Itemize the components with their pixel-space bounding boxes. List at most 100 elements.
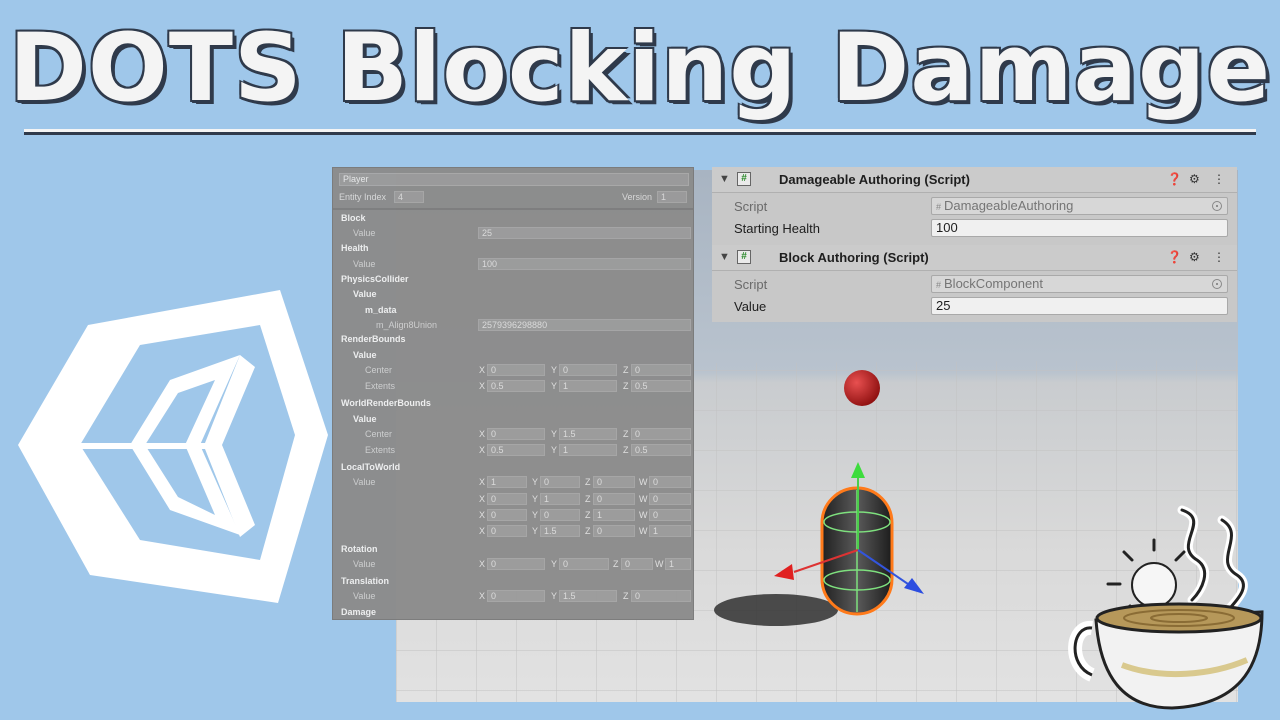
world-render-bounds-value-label: Value: [353, 414, 377, 424]
axis-x-label: X: [479, 477, 486, 487]
physics-union-field[interactable]: 2579396298880: [478, 319, 691, 331]
axis-x-label: X: [479, 445, 486, 455]
settings-sliders-icon[interactable]: ⚙: [1189, 172, 1200, 186]
axis-z-label: Z: [585, 526, 591, 536]
render-bounds-center-y[interactable]: 0: [559, 364, 617, 376]
rotation-y[interactable]: 0: [559, 558, 609, 570]
inspector-panel: ▼ # Damageable Authoring (Script) ❓ ⚙ ⋮ …: [712, 167, 1237, 322]
ltw-cell[interactable]: 1.5: [540, 525, 580, 537]
ltw-cell[interactable]: 0: [593, 525, 635, 537]
block-authoring-header[interactable]: ▼ # Block Authoring (Script) ❓ ⚙ ⋮: [712, 245, 1237, 271]
rotation-x[interactable]: 0: [487, 558, 545, 570]
entity-index-label: Entity Index: [339, 192, 387, 202]
help-icon[interactable]: ❓: [1167, 250, 1182, 264]
settings-sliders-icon[interactable]: ⚙: [1189, 250, 1200, 264]
axis-z-label: Z: [623, 429, 629, 439]
ltw-cell[interactable]: 0: [540, 476, 580, 488]
health-value-label: Value: [353, 259, 376, 269]
ltw-cell[interactable]: 0: [593, 476, 635, 488]
ltw-cell[interactable]: 0: [540, 509, 580, 521]
ltw-cell[interactable]: 0: [593, 493, 635, 505]
starting-health-label: Starting Health: [734, 221, 820, 236]
player-shadow: [714, 594, 838, 626]
axis-y-label: Y: [551, 559, 558, 569]
kebab-menu-icon[interactable]: ⋮: [1213, 250, 1225, 264]
axis-y-label: Y: [551, 445, 558, 455]
component-damage: Damage: [341, 607, 377, 617]
block-value-field[interactable]: 25: [478, 227, 691, 239]
script-component-icon: #: [737, 250, 751, 264]
coffee-cup-logo-icon: [1068, 505, 1264, 710]
axis-x-label: X: [479, 591, 486, 601]
ltw-cell[interactable]: 0: [487, 525, 527, 537]
axis-z-label: Z: [623, 591, 629, 601]
kebab-menu-icon[interactable]: ⋮: [1213, 172, 1225, 186]
entity-index-field[interactable]: 4: [394, 191, 424, 203]
world-center-y[interactable]: 1.5: [559, 428, 617, 440]
ltw-cell[interactable]: 1: [487, 476, 527, 488]
axis-w-label: W: [639, 526, 648, 536]
object-picker-icon[interactable]: [1212, 201, 1222, 211]
translation-y[interactable]: 1.5: [559, 590, 617, 602]
ltw-cell[interactable]: 0: [487, 509, 527, 521]
world-extents-x[interactable]: 0.5: [487, 444, 545, 456]
axis-x-label: X: [479, 365, 486, 375]
thumbnail-title: DOTS Blocking Damage: [8, 14, 1272, 123]
axis-z-label: Z: [585, 510, 591, 520]
component-rotation: Rotation: [341, 544, 378, 554]
translation-x[interactable]: 0: [487, 590, 545, 602]
script-object-field[interactable]: # BlockComponent: [931, 275, 1228, 293]
script-label: Script: [734, 277, 768, 292]
ltw-cell[interactable]: 0: [649, 493, 691, 505]
value-input[interactable]: 25: [931, 297, 1228, 315]
world-extents-y[interactable]: 1: [559, 444, 617, 456]
ltw-cell[interactable]: 1: [540, 493, 580, 505]
render-bounds-extents-x[interactable]: 0.5: [487, 380, 545, 392]
render-bounds-center-z[interactable]: 0: [631, 364, 691, 376]
world-center-x[interactable]: 0: [487, 428, 545, 440]
starting-health-input[interactable]: 100: [931, 219, 1228, 237]
translation-z[interactable]: 0: [631, 590, 691, 602]
axis-z-label: Z: [613, 559, 619, 569]
axis-y-label: Y: [551, 381, 558, 391]
component-block: Block: [341, 213, 366, 223]
render-bounds-center-x[interactable]: 0: [487, 364, 545, 376]
render-bounds-extents-y[interactable]: 1: [559, 380, 617, 392]
rotation-z[interactable]: 0: [621, 558, 653, 570]
help-icon[interactable]: ❓: [1167, 172, 1182, 186]
block-value-label: Value: [353, 228, 376, 238]
script-name: DamageableAuthoring: [944, 198, 1074, 213]
rotation-w[interactable]: 1: [665, 558, 691, 570]
foldout-arrow-icon[interactable]: ▼: [719, 251, 730, 263]
axis-x-label: X: [479, 559, 486, 569]
local-to-world-value-label: Value: [353, 477, 376, 487]
ltw-cell[interactable]: 1: [593, 509, 635, 521]
axis-w-label: W: [655, 559, 664, 569]
version-label: Version: [622, 192, 653, 202]
entity-name-field[interactable]: Player: [339, 173, 689, 186]
world-extents-z[interactable]: 0.5: [631, 444, 691, 456]
health-value-field[interactable]: 100: [478, 258, 691, 270]
world-center-z[interactable]: 0: [631, 428, 691, 440]
ltw-cell[interactable]: 0: [649, 476, 691, 488]
script-object-field[interactable]: # DamageableAuthoring: [931, 197, 1228, 215]
object-picker-icon[interactable]: [1212, 279, 1222, 289]
render-bounds-value-label: Value: [353, 350, 377, 360]
component-local-to-world: LocalToWorld: [341, 462, 401, 472]
ltw-cell[interactable]: 1: [649, 525, 691, 537]
axis-z-label: Z: [585, 494, 591, 504]
entity-divider: [333, 208, 693, 210]
damageable-authoring-header[interactable]: ▼ # Damageable Authoring (Script) ❓ ⚙ ⋮: [712, 167, 1237, 193]
world-render-bounds-extents-label: Extents: [365, 445, 396, 455]
version-field[interactable]: 1: [657, 191, 687, 203]
foldout-arrow-icon[interactable]: ▼: [719, 173, 730, 185]
entity-index-row: Entity Index 4 Version 1: [339, 190, 689, 204]
component-title: Damageable Authoring (Script): [779, 172, 970, 187]
render-bounds-extents-z[interactable]: 0.5: [631, 380, 691, 392]
axis-y-label: Y: [532, 477, 539, 487]
component-render-bounds: RenderBounds: [341, 334, 406, 344]
axis-y-label: Y: [532, 494, 539, 504]
ltw-cell[interactable]: 0: [487, 493, 527, 505]
component-physics-collider: PhysicsCollider: [341, 274, 409, 284]
ltw-cell[interactable]: 0: [649, 509, 691, 521]
